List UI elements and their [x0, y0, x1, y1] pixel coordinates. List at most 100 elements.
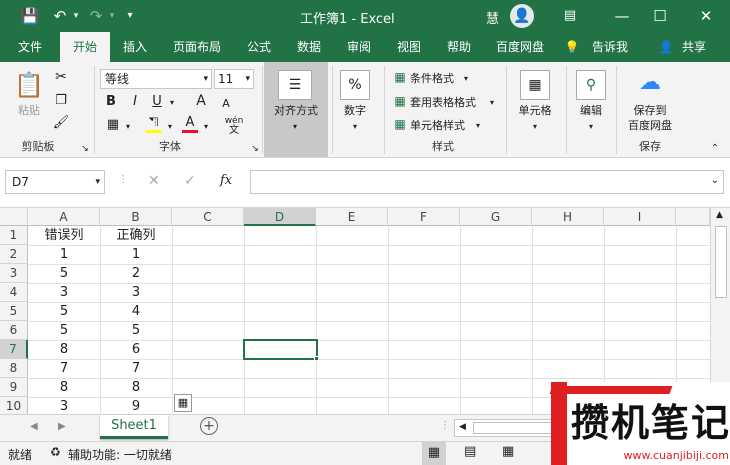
cell-a6[interactable]: 5 — [28, 321, 100, 340]
tab-help[interactable]: 帮助 — [440, 32, 478, 62]
cell-b10[interactable]: 9 — [100, 397, 172, 414]
row-header[interactable]: 8 — [0, 359, 28, 378]
border-dropdown-icon[interactable]: ▾ — [124, 120, 132, 134]
row-header[interactable]: 3 — [0, 264, 28, 283]
scrollbar-thumb[interactable] — [715, 226, 727, 298]
conditional-format-button[interactable]: 条件格式 — [410, 72, 462, 86]
font-launcher-icon[interactable]: ↘ — [250, 142, 260, 156]
scrollbar-thumb[interactable] — [473, 422, 553, 434]
collapse-ribbon-icon[interactable]: ⌃ — [708, 142, 722, 156]
enter-icon[interactable]: ✓ — [184, 173, 196, 189]
tab-view[interactable]: 视图 — [390, 32, 428, 62]
font-name-select[interactable]: 等线 ▾ — [100, 69, 212, 89]
minimize-icon[interactable]: — — [612, 6, 632, 26]
paste-icon[interactable]: 📋 — [14, 70, 44, 100]
row-header[interactable]: 9 — [0, 378, 28, 397]
tab-formulas[interactable]: 公式 — [240, 32, 278, 62]
accessibility-status[interactable]: 辅助功能: 一切就绪 — [68, 446, 172, 463]
cell-styles-button[interactable]: 单元格样式 — [410, 119, 472, 133]
page-layout-view-icon[interactable]: ▤ — [464, 444, 476, 459]
redo-dropdown-icon[interactable]: ▾ — [102, 6, 122, 26]
grow-font-button[interactable]: A — [194, 94, 208, 108]
share-icon[interactable]: 👤 — [656, 32, 676, 62]
underline-dropdown-icon[interactable]: ▾ — [168, 96, 176, 110]
cell-a8[interactable]: 7 — [28, 359, 100, 378]
save-to-baidu-label1[interactable]: 保存到 — [624, 104, 676, 118]
tab-page-layout[interactable]: 页面布局 — [168, 32, 226, 62]
paste-button[interactable]: 粘贴 — [10, 104, 48, 118]
font-size-select[interactable]: 11 ▾ — [214, 69, 254, 89]
tab-file[interactable]: 文件 — [8, 32, 52, 62]
bold-button[interactable]: B — [104, 95, 118, 109]
copy-icon[interactable]: ❐ — [52, 94, 70, 108]
scroll-up-icon[interactable]: ▲ — [716, 210, 723, 220]
accessibility-icon[interactable]: ♻ — [50, 445, 61, 459]
cell-b1[interactable]: 正确列 — [100, 226, 172, 245]
cell-b3[interactable]: 2 — [100, 264, 172, 283]
cell-a5[interactable]: 5 — [28, 302, 100, 321]
row-header[interactable]: 6 — [0, 321, 28, 340]
number-format-button[interactable]: 数字 — [336, 104, 374, 118]
normal-view-icon[interactable]: ▦ — [422, 442, 446, 465]
cut-icon[interactable]: ✂ — [52, 70, 70, 84]
expand-formula-icon[interactable]: ⌄ — [711, 175, 719, 186]
page-break-view-icon[interactable]: ▦ — [502, 444, 514, 459]
user-name[interactable]: 慧 — [486, 8, 499, 27]
cell-b4[interactable]: 3 — [100, 283, 172, 302]
undo-dropdown-icon[interactable]: ▾ — [66, 6, 86, 26]
row-header[interactable]: 10 — [0, 397, 28, 414]
editing-button[interactable]: 编辑 — [572, 104, 610, 118]
row-header[interactable]: 5 — [0, 302, 28, 321]
close-icon[interactable]: ✕ — [696, 6, 716, 26]
sheet-tab-sheet1[interactable]: Sheet1 — [100, 415, 168, 439]
row-header[interactable]: 7 — [0, 340, 28, 359]
table-format-button[interactable]: 套用表格格式 — [410, 96, 486, 110]
cell-b7[interactable]: 6 — [100, 340, 172, 359]
font-color-dropdown-icon[interactable]: ▾ — [202, 120, 210, 134]
share-button[interactable]: 共享 — [676, 32, 712, 62]
horizontal-scrollbar[interactable]: ◀ — [454, 419, 554, 437]
cell-a9[interactable]: 8 — [28, 378, 100, 397]
quick-analysis-icon[interactable]: ▦ — [174, 394, 192, 412]
tab-review[interactable]: 审阅 — [340, 32, 378, 62]
underline-button[interactable]: U — [150, 95, 164, 109]
cell-b2[interactable]: 1 — [100, 245, 172, 264]
border-icon[interactable]: ▦ — [104, 118, 122, 132]
tab-insert[interactable]: 插入 — [116, 32, 154, 62]
cancel-icon[interactable]: ✕ — [148, 173, 160, 189]
cell-a2[interactable]: 1 — [28, 245, 100, 264]
cell-b8[interactable]: 7 — [100, 359, 172, 378]
prev-sheet-icon[interactable]: ◀ — [30, 421, 38, 432]
scroll-left-icon[interactable]: ◀ — [459, 422, 466, 432]
row-header[interactable]: 4 — [0, 283, 28, 302]
clipboard-launcher-icon[interactable]: ↘ — [80, 142, 90, 156]
customize-qat-icon[interactable]: ▾ — [120, 6, 140, 26]
avatar[interactable]: 👤 — [510, 4, 534, 28]
fill-handle[interactable] — [314, 356, 319, 361]
tell-me-search[interactable]: 告诉我 — [588, 32, 632, 62]
shrink-font-button[interactable]: A — [220, 97, 232, 111]
font-color-icon[interactable]: A — [182, 116, 198, 133]
maximize-icon[interactable]: ☐ — [650, 6, 670, 26]
cell-b9[interactable]: 8 — [100, 378, 172, 397]
alignment-button[interactable]: ☰ 对齐方式 ▾ — [264, 62, 328, 157]
cell-b5[interactable]: 4 — [100, 302, 172, 321]
italic-button[interactable]: I — [128, 95, 142, 109]
fill-color-icon[interactable]: ⛠ — [146, 116, 162, 133]
cell-a7[interactable]: 8 — [28, 340, 100, 359]
cell-a10[interactable]: 3 — [28, 397, 100, 414]
row-header[interactable]: 2 — [0, 245, 28, 264]
format-painter-icon[interactable]: 🖌 — [52, 116, 70, 130]
cell-a3[interactable]: 5 — [28, 264, 100, 283]
add-sheet-icon[interactable]: + — [200, 417, 218, 435]
cell-b6[interactable]: 5 — [100, 321, 172, 340]
cell-a1[interactable]: 错误列 — [28, 226, 100, 245]
tab-data[interactable]: 数据 — [290, 32, 328, 62]
cell-a4[interactable]: 3 — [28, 283, 100, 302]
save-to-baidu-label2[interactable]: 百度网盘 — [622, 119, 678, 133]
save-icon[interactable]: 💾 — [20, 6, 40, 26]
selected-cell-d7[interactable] — [243, 339, 318, 360]
next-sheet-icon[interactable]: ▶ — [58, 421, 66, 432]
name-box[interactable]: D7 ▾ — [5, 170, 105, 194]
fill-color-dropdown-icon[interactable]: ▾ — [166, 120, 174, 134]
